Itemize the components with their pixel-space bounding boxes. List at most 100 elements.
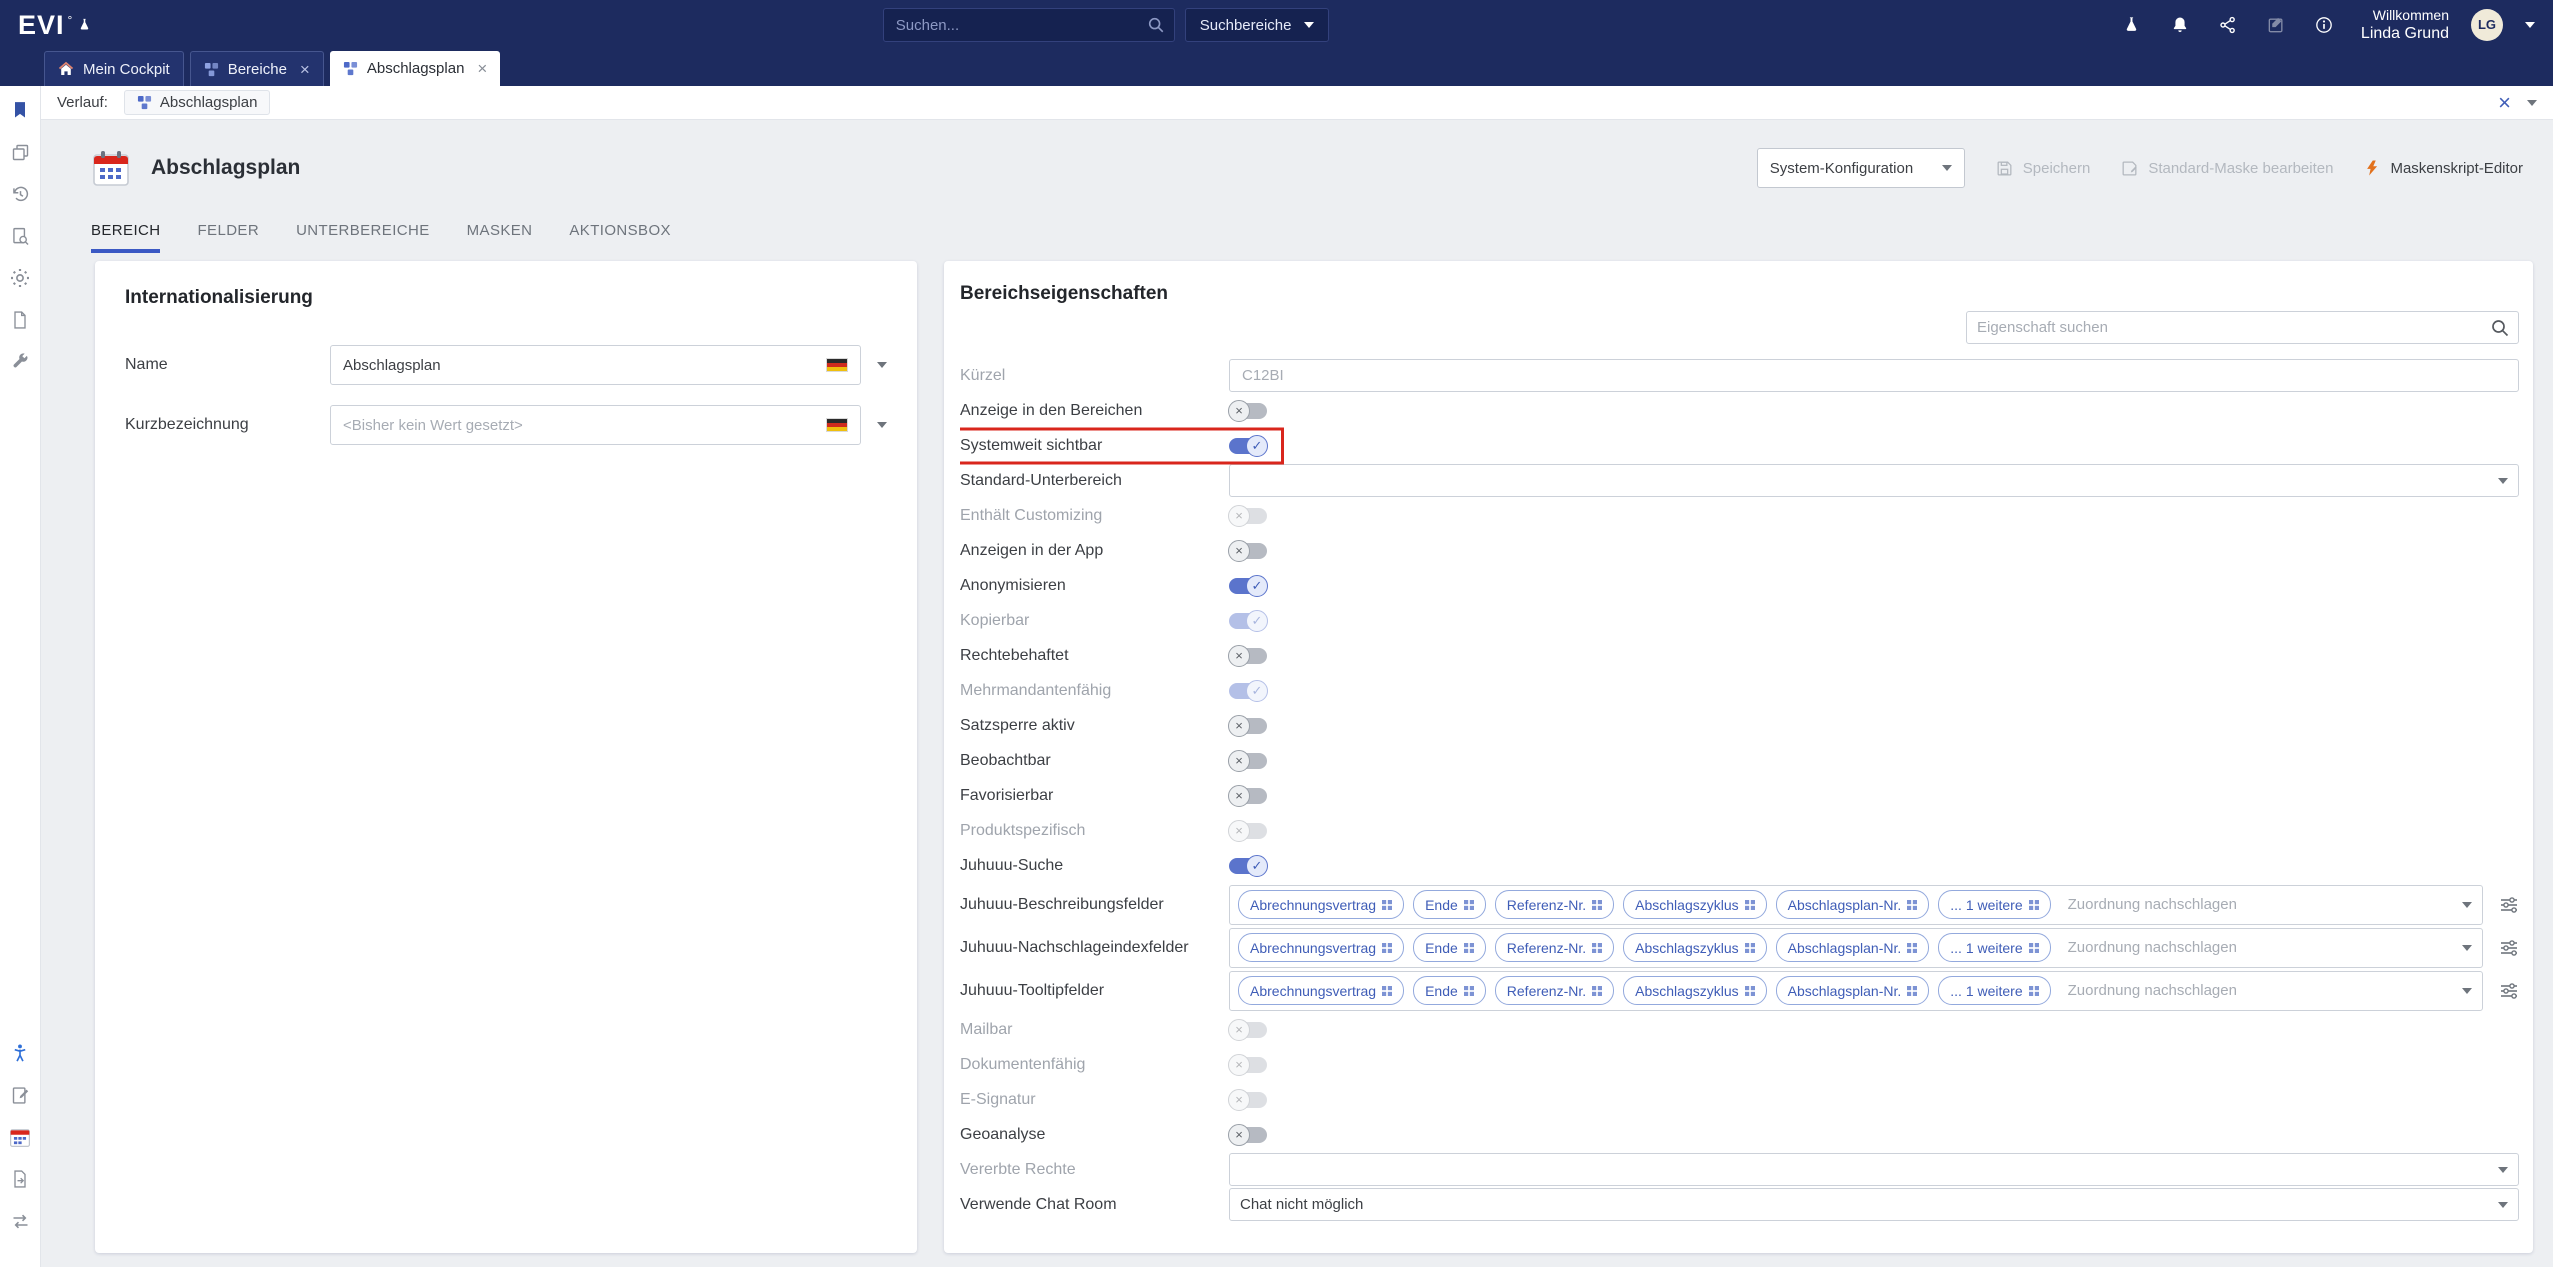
toggle-switch[interactable]: × [1229,543,1267,559]
property-control: × [1229,823,2519,839]
bookmark-icon[interactable] [8,98,32,122]
language-text-field[interactable]: Abschlagsplan [330,345,861,385]
section-tab-unterbereiche[interactable]: UNTERBEREICHE [296,222,430,253]
field-chip[interactable]: Abschlagsplan-Nr. [1776,976,1930,1005]
more-chip[interactable]: ... 1 weitere [1938,890,2050,919]
property-row: Satzsperre aktiv× [960,708,2519,743]
user-menu-chevron-icon[interactable] [2525,22,2535,28]
wrench-icon[interactable] [8,350,32,374]
field-chip[interactable]: Abschlagsplan-Nr. [1776,890,1930,919]
field-chip[interactable]: Ende [1413,890,1486,919]
toggle-switch[interactable]: ✓ [1229,858,1267,874]
field-chip[interactable]: Abschlagsplan-Nr. [1776,933,1930,962]
section-tab-aktionsbox[interactable]: AKTIONSBOX [569,222,671,253]
field-chip[interactable]: Abschlagszyklus [1623,933,1767,962]
property-row: Kopierbar✓ [960,603,2519,638]
toggle-switch[interactable]: × [1229,1127,1267,1143]
logo-text: EVI [18,12,65,39]
save-label: Speichern [2023,160,2091,177]
tab-bereiche[interactable]: Bereiche× [190,51,324,86]
toggle-switch[interactable]: × [1229,403,1267,419]
field-chip[interactable]: Abschlagszyklus [1623,890,1767,919]
select-field[interactable]: Chat nicht möglich [1229,1188,2519,1221]
gear-icon[interactable] [8,266,32,290]
body: Verlauf: Abschlagsplan × Abschlagsplan S… [0,86,2553,1267]
toggle-switch[interactable]: × [1229,753,1267,769]
history-icon[interactable] [8,182,32,206]
close-tab-icon[interactable]: × [300,61,310,78]
filter-settings-icon[interactable] [2499,938,2519,958]
search-icon[interactable] [2490,318,2510,338]
section-tab-masken[interactable]: MASKEN [467,222,533,253]
toggle-switch[interactable]: × [1229,718,1267,734]
chevron-down-icon [1304,22,1314,28]
field-chip[interactable]: Abrechnungsvertrag [1238,976,1404,1005]
close-tab-icon[interactable]: × [477,60,487,77]
more-chip[interactable]: ... 1 weitere [1938,976,2050,1005]
chip-label: Abrechnungsvertrag [1250,983,1376,999]
edit-standard-mask-button[interactable]: Standard-Maske bearbeiten [2120,159,2333,178]
property-row: Anzeigen in der App× [960,533,2519,568]
table-icon [1592,986,1602,996]
history-item-abschlagsplan[interactable]: Abschlagsplan [124,90,271,115]
document-icon[interactable] [8,308,32,332]
field-chip[interactable]: Referenz-Nr. [1495,976,1614,1005]
accessibility-icon[interactable] [8,1041,32,1065]
filter-settings-icon[interactable] [2499,981,2519,1001]
expand-languages-chevron-icon[interactable] [877,422,887,428]
search-input[interactable] [884,9,1174,41]
x-icon: × [1228,750,1250,772]
more-chip[interactable]: ... 1 weitere [1938,933,2050,962]
search-icon[interactable] [1147,16,1165,34]
close-icon[interactable]: × [2498,92,2511,114]
history-item-label: Abschlagsplan [160,94,258,111]
field-chip[interactable]: Abrechnungsvertrag [1238,933,1404,962]
field-chip[interactable]: Abrechnungsvertrag [1238,890,1404,919]
avatar[interactable]: LG [2471,9,2503,41]
language-text-field[interactable]: <Bisher kein Wert gesetzt> [330,405,861,445]
share-icon[interactable] [2215,12,2241,38]
tab-mein-cockpit[interactable]: Mein Cockpit [44,51,184,86]
field-chip[interactable]: Ende [1413,933,1486,962]
x-icon: × [1228,505,1250,527]
toggle-switch[interactable]: × [1229,788,1267,804]
field-chip[interactable]: Referenz-Nr. [1495,933,1614,962]
window-copy-icon[interactable] [8,140,32,164]
toggle-switch[interactable]: ✓ [1229,578,1267,594]
flask-icon[interactable] [2119,12,2145,38]
form-search-icon[interactable] [8,224,32,248]
bell-icon[interactable] [2167,12,2193,38]
field-chip[interactable]: Abschlagszyklus [1623,976,1767,1005]
calendar-icon[interactable] [8,1125,32,1149]
history-bar: Verlauf: Abschlagsplan × [41,86,2553,120]
configuration-select[interactable]: System-Konfiguration [1757,148,1965,188]
x-icon: × [1228,715,1250,737]
info-icon[interactable] [2311,12,2337,38]
property-search-input[interactable] [1967,312,2518,343]
transfer-icon[interactable] [8,1209,32,1233]
property-control: Abrechnungsvertrag Ende Referenz-Nr. Abschl… [1229,971,2519,1011]
table-icon [2029,900,2039,910]
select-field[interactable] [1229,464,2519,497]
field-chip[interactable]: Referenz-Nr. [1495,890,1614,919]
toggle-switch[interactable]: × [1229,648,1267,664]
section-tab-felder[interactable]: FELDER [197,222,259,253]
section-tab-bereich[interactable]: BEREICH [91,222,160,253]
tab-abschlagsplan[interactable]: Abschlagsplan× [330,51,501,86]
app-logo[interactable]: EVI ° [18,12,92,39]
search-scope-dropdown[interactable]: Suchbereiche [1185,8,1329,42]
chip-field[interactable]: Abrechnungsvertrag Ende Referenz-Nr. Abschl… [1229,971,2483,1011]
history-menu-chevron-icon[interactable] [2527,100,2537,106]
german-flag-icon [826,358,848,372]
chip-field[interactable]: Abrechnungsvertrag Ende Referenz-Nr. Abschl… [1229,885,2483,925]
expand-languages-chevron-icon[interactable] [877,362,887,368]
document-export-icon[interactable] [8,1167,32,1191]
field-chip[interactable]: Ende [1413,976,1486,1005]
chip-field[interactable]: Abrechnungsvertrag Ende Referenz-Nr. Abschl… [1229,928,2483,968]
property-control: × [1229,788,2519,804]
note-edit-icon[interactable] [8,1083,32,1107]
save-button[interactable]: Speichern [1995,159,2091,178]
toggle-switch[interactable]: ✓ [1229,438,1267,454]
filter-settings-icon[interactable] [2499,895,2519,915]
mask-script-editor-button[interactable]: Maskenskript-Editor [2363,159,2523,177]
